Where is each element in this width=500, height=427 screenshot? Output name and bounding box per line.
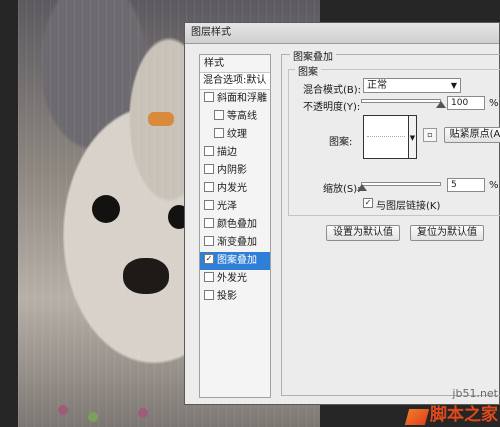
style-checkbox[interactable] [214, 110, 224, 120]
hair-bow [148, 112, 174, 126]
scale-label: 缩放(S): [323, 184, 361, 195]
pattern-swatch[interactable] [363, 115, 409, 159]
style-item-label: 外发光 [217, 273, 247, 284]
reset-default-button[interactable]: 复位为默认值 [410, 225, 484, 241]
pattern-overlay-panel: 图案叠加 图案 混合模式(B): 正常 ▼ 不透明度(Y): 100 % 图案:… [281, 48, 500, 396]
group-title: 图案 [295, 63, 321, 78]
make-default-button[interactable]: 设置为默认值 [326, 225, 400, 241]
flower-print [88, 412, 98, 422]
style-item-label: 描边 [217, 147, 237, 158]
watermark-url: jb51.net [452, 387, 498, 400]
pattern-picker-dropdown[interactable]: ▼ [409, 115, 417, 159]
style-checkbox[interactable] [214, 128, 224, 138]
style-checkbox[interactable] [204, 146, 214, 156]
style-item[interactable]: 内发光 [200, 180, 270, 198]
link-with-layer-checkbox[interactable]: ✓ [363, 198, 373, 208]
style-checkbox[interactable] [204, 164, 214, 174]
style-checkbox[interactable]: ✓ [204, 254, 214, 264]
style-item-label: 图案叠加 [217, 255, 257, 266]
style-checkbox[interactable] [204, 92, 214, 102]
style-checkbox[interactable] [204, 272, 214, 282]
blend-mode-value: 正常 [367, 80, 387, 91]
blend-mode-label: 混合模式(B): [303, 85, 362, 96]
flower-print [138, 408, 148, 418]
style-item[interactable]: 内阴影 [200, 162, 270, 180]
chevron-down-icon: ▼ [450, 81, 457, 90]
style-item[interactable]: 渐变叠加 [200, 234, 270, 252]
style-item[interactable]: 斜面和浮雕 [200, 90, 270, 108]
blending-options-item[interactable]: 混合选项:默认 [200, 73, 270, 90]
scale-slider-thumb[interactable] [356, 184, 367, 191]
flower-print [58, 405, 68, 415]
opacity-slider[interactable] [361, 99, 441, 103]
new-preset-icon[interactable]: ▫ [423, 128, 437, 142]
pattern-group: 图案 混合模式(B): 正常 ▼ 不透明度(Y): 100 % 图案: ▼ ▫ … [288, 63, 500, 216]
site-logo-icon [404, 409, 430, 425]
style-item-label: 等高线 [227, 111, 257, 122]
style-checkbox[interactable] [204, 290, 214, 300]
opacity-unit: % [489, 98, 499, 109]
style-item[interactable]: 投影 [200, 288, 270, 306]
dialog-title: 图层样式 [185, 23, 499, 44]
styles-list: 样式 混合选项:默认 斜面和浮雕 等高线 纹理 描边 内阴影 内发光 光泽 颜色叠加 渐变叠加 ✓… [199, 54, 271, 398]
styles-header[interactable]: 样式 [200, 55, 270, 73]
style-checkbox[interactable] [204, 200, 214, 210]
dog-left-eye [92, 195, 120, 223]
style-item[interactable]: 光泽 [200, 198, 270, 216]
dog-nose [123, 258, 169, 294]
blend-mode-select[interactable]: 正常 ▼ [363, 78, 461, 93]
style-item[interactable]: 等高线 [200, 108, 270, 126]
style-checkbox[interactable] [204, 236, 214, 246]
style-item[interactable]: 颜色叠加 [200, 216, 270, 234]
opacity-slider-thumb[interactable] [436, 101, 446, 108]
layer-style-dialog: 图层样式 样式 混合选项:默认 斜面和浮雕等高线纹理描边内阴影内发光光泽颜色叠加… [184, 22, 500, 405]
section-title: 图案叠加 [290, 48, 336, 63]
scale-unit: % [489, 180, 499, 191]
style-item-label: 渐变叠加 [217, 237, 257, 248]
opacity-label: 不透明度(Y): [303, 102, 361, 113]
scale-slider[interactable] [361, 182, 441, 186]
site-watermark: jb51.net 脚本之家 [404, 387, 498, 425]
style-item[interactable]: ✓ 图案叠加 [200, 252, 270, 270]
opacity-input[interactable]: 100 [447, 96, 485, 110]
style-item[interactable]: 纹理 [200, 126, 270, 144]
style-checkbox[interactable] [204, 182, 214, 192]
style-item-label: 纹理 [227, 129, 247, 140]
pattern-label: 图案: [329, 137, 353, 148]
style-item-label: 光泽 [217, 201, 237, 212]
style-item[interactable]: 外发光 [200, 270, 270, 288]
link-with-layer-label: 与图层链接(K) [376, 201, 441, 212]
style-item-label: 内阴影 [217, 165, 247, 176]
snap-origin-button[interactable]: 贴紧原点(A [444, 127, 500, 143]
style-item-label: 投影 [217, 291, 237, 302]
style-item-label: 颜色叠加 [217, 219, 257, 230]
style-item-label: 内发光 [217, 183, 247, 194]
scale-input[interactable]: 5 [447, 178, 485, 192]
style-item[interactable]: 描边 [200, 144, 270, 162]
style-item-label: 斜面和浮雕 [217, 93, 267, 104]
style-checkbox[interactable] [204, 218, 214, 228]
watermark-name: 脚本之家 [430, 405, 498, 425]
